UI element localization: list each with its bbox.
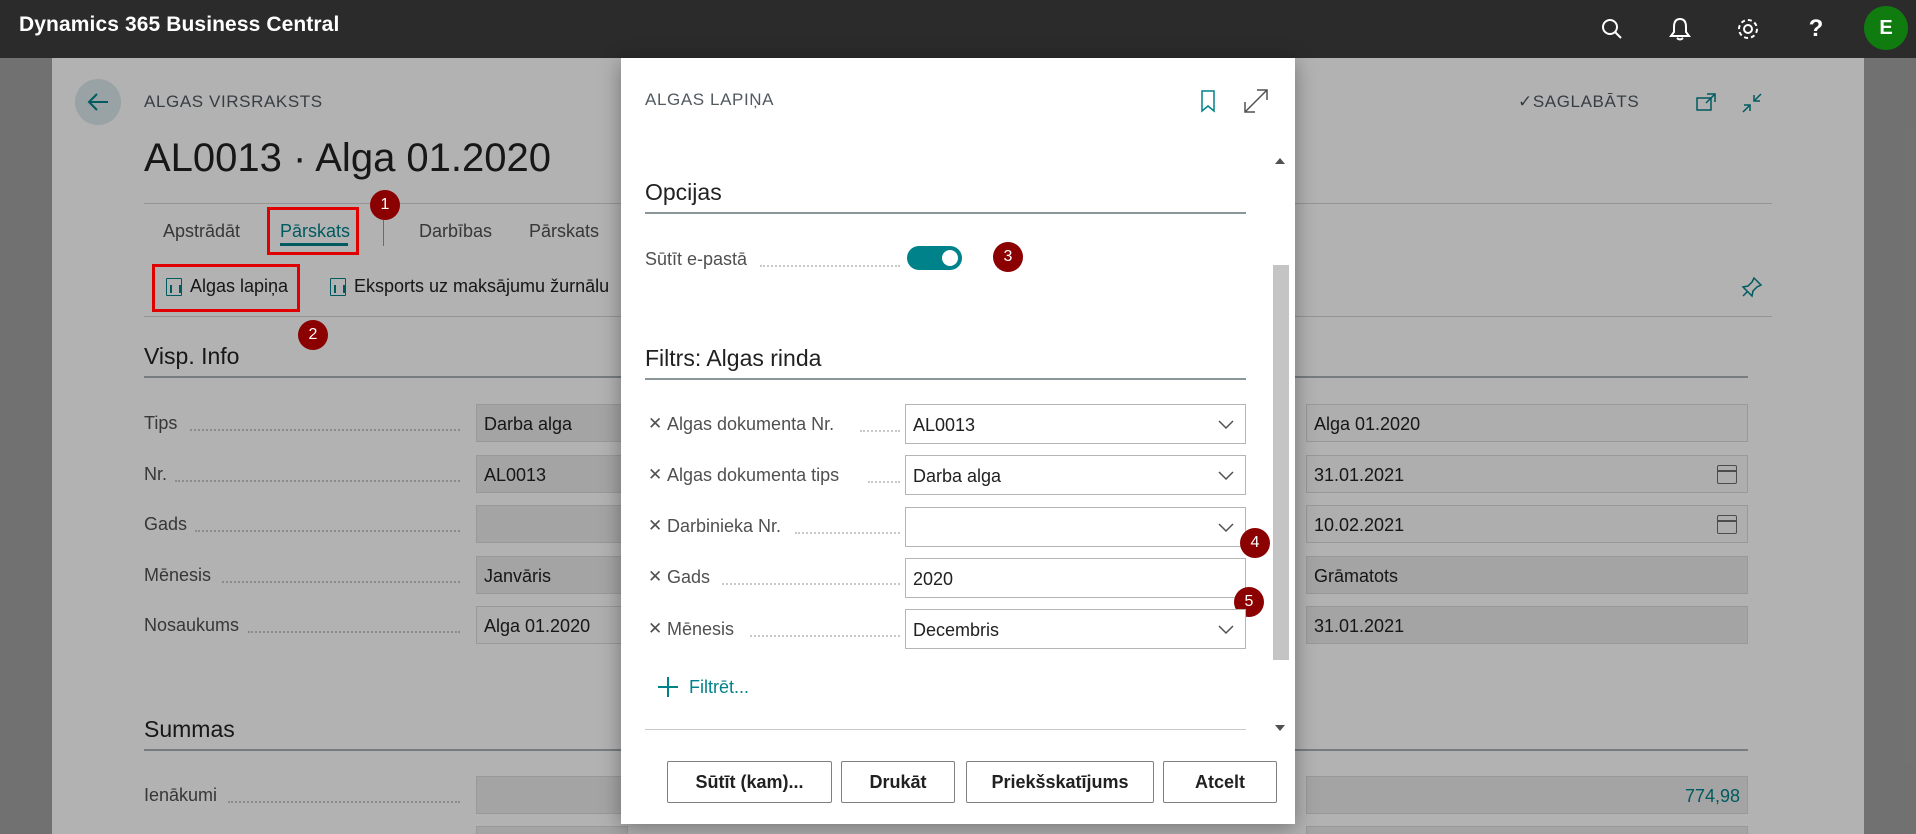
filter-value: Darba alga bbox=[913, 466, 1002, 486]
remove-filter-icon[interactable]: ✕ bbox=[648, 619, 662, 639]
filter-end-divider bbox=[645, 729, 1246, 730]
annotation-badge-3: 3 bbox=[993, 242, 1023, 272]
chevron-down-icon bbox=[1218, 523, 1234, 533]
remove-filter-icon[interactable]: ✕ bbox=[648, 516, 662, 536]
toggle-knob bbox=[942, 250, 958, 266]
bookmark-icon[interactable] bbox=[1196, 89, 1220, 113]
annotation-badge-4: 4 bbox=[1240, 528, 1270, 558]
dialog-title: ALGAS LAPIŅA bbox=[645, 90, 775, 109]
plus-icon[interactable] bbox=[656, 675, 680, 699]
send-email-label: Sūtīt e-pastā bbox=[645, 249, 748, 269]
filter-dropdown-employee-nr[interactable] bbox=[905, 507, 1246, 547]
bell-icon[interactable] bbox=[1665, 14, 1695, 44]
remove-filter-icon[interactable]: ✕ bbox=[648, 465, 662, 485]
expand-icon[interactable] bbox=[1241, 86, 1271, 116]
help-icon[interactable]: ? bbox=[1801, 14, 1831, 44]
options-section-line bbox=[645, 212, 1246, 214]
highlight-box-algas-lapina bbox=[152, 264, 300, 312]
filter-section-title[interactable]: Filtrs: Algas rinda bbox=[645, 345, 821, 372]
leader-dots bbox=[795, 532, 900, 534]
filter-label: Mēnesis bbox=[667, 619, 735, 639]
send-to-button[interactable]: Sūtīt (kam)... bbox=[667, 761, 832, 803]
top-bar: Dynamics 365 Business Central ? E bbox=[0, 0, 1916, 58]
cancel-button[interactable]: Atcelt bbox=[1163, 761, 1277, 803]
leader-dots bbox=[868, 481, 900, 483]
filter-label: Gads bbox=[667, 567, 711, 587]
filter-value: AL0013 bbox=[913, 415, 976, 435]
filter-label: Algas dokumenta tips bbox=[667, 465, 840, 485]
filter-dropdown-month[interactable]: Decembris bbox=[905, 609, 1246, 649]
leader-dots bbox=[722, 583, 900, 585]
filter-dropdown-doc-nr[interactable]: AL0013 bbox=[905, 404, 1246, 444]
remove-filter-icon[interactable]: ✕ bbox=[648, 567, 662, 587]
scroll-up-arrow-icon[interactable] bbox=[1274, 155, 1286, 167]
filter-value: Decembris bbox=[913, 620, 1000, 640]
gear-icon[interactable] bbox=[1733, 14, 1763, 44]
filter-input-year[interactable]: 2020 bbox=[905, 558, 1246, 598]
annotation-badge-2: 2 bbox=[298, 320, 328, 350]
print-button[interactable]: Drukāt bbox=[841, 761, 955, 803]
scrollbar-thumb[interactable] bbox=[1273, 265, 1289, 660]
filter-dropdown-doc-type[interactable]: Darba alga bbox=[905, 455, 1246, 495]
leader-dots bbox=[750, 635, 900, 637]
avatar[interactable]: E bbox=[1864, 6, 1908, 50]
add-filter-link[interactable]: Filtrēt... bbox=[689, 677, 749, 698]
chevron-down-icon bbox=[1218, 625, 1234, 635]
leader-dots bbox=[860, 430, 900, 432]
remove-filter-icon[interactable]: ✕ bbox=[648, 414, 662, 434]
filter-label: Darbinieka Nr. bbox=[667, 516, 782, 536]
send-email-toggle[interactable] bbox=[907, 246, 962, 270]
leader-dots bbox=[760, 265, 900, 267]
scroll-down-arrow-icon[interactable] bbox=[1274, 722, 1286, 734]
chevron-down-icon bbox=[1218, 471, 1234, 481]
chevron-down-icon bbox=[1218, 420, 1234, 430]
options-section-title[interactable]: Opcijas bbox=[645, 179, 722, 206]
filter-label: Algas dokumenta Nr. bbox=[667, 414, 835, 434]
filter-section-line bbox=[645, 378, 1246, 380]
annotation-badge-1: 1 bbox=[370, 190, 400, 220]
app-title[interactable]: Dynamics 365 Business Central bbox=[19, 13, 339, 37]
search-icon[interactable] bbox=[1597, 14, 1627, 44]
preview-button[interactable]: Priekšskatījums bbox=[966, 761, 1154, 803]
highlight-box-parskats bbox=[267, 207, 359, 255]
